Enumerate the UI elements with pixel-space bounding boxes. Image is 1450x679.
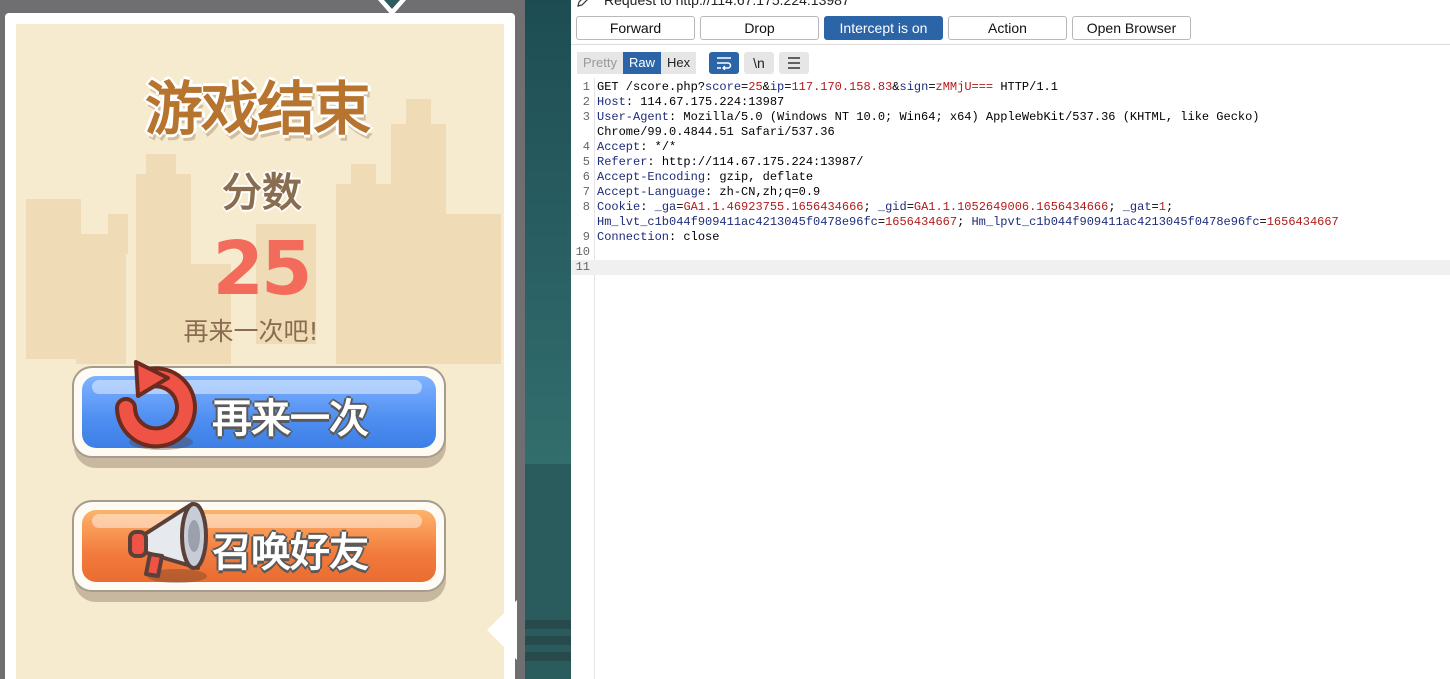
line-text: Cookie: _ga=GA1.1.46923755.1656434666; _… bbox=[597, 200, 1174, 214]
word-wrap-icon bbox=[717, 57, 732, 71]
game-background bbox=[519, 0, 571, 679]
line-number: 1 bbox=[582, 80, 590, 94]
line-text: Accept: */* bbox=[597, 140, 677, 154]
request-line: 10 bbox=[571, 245, 1450, 260]
line-text: Host: 114.67.175.224:13987 bbox=[597, 95, 785, 109]
request-line: 2 Host: 114.67.175.224:13987 bbox=[571, 95, 1450, 110]
forward-button[interactable]: Forward bbox=[576, 16, 695, 40]
request-url: Request to http://114.67.175.224:13987 bbox=[604, 0, 850, 8]
drop-button[interactable]: Drop bbox=[700, 16, 819, 40]
intercept-toggle-button[interactable]: Intercept is on bbox=[824, 16, 943, 40]
line-text: Hm_lvt_c1b044f909411ac4213045f0478e96fc=… bbox=[597, 215, 1339, 229]
request-line: Hm_lvt_c1b044f909411ac4213045f0478e96fc=… bbox=[571, 215, 1450, 230]
request-line: 4 Accept: */* bbox=[571, 140, 1450, 155]
line-number: 9 bbox=[582, 230, 590, 244]
request-line: 1 GET /score.php?score=25&ip=117.170.158.… bbox=[571, 80, 1450, 95]
request-line: 9 Connection: close bbox=[571, 230, 1450, 245]
open-browser-button[interactable]: Open Browser bbox=[1072, 16, 1191, 40]
line-number: 7 bbox=[582, 185, 590, 199]
score-value: 25 bbox=[212, 226, 313, 312]
retry-message: 再来一次吧! bbox=[183, 317, 319, 346]
request-line: 6 Accept-Encoding: gzip, deflate bbox=[571, 170, 1450, 185]
line-text: Accept-Language: zh-CN,zh;q=0.9 bbox=[597, 185, 821, 199]
line-text: GET /score.php?score=25&ip=117.170.158.8… bbox=[597, 80, 1058, 94]
line-text: Accept-Encoding: gzip, deflate bbox=[597, 170, 814, 184]
line-text: User-Agent: Mozilla/5.0 (Windows NT 10.0… bbox=[597, 110, 1260, 124]
line-text: Connection: close bbox=[597, 230, 720, 244]
request-line: 7 Accept-Language: zh-CN,zh;q=0.9 bbox=[571, 185, 1450, 200]
tab-pretty[interactable]: Pretty bbox=[577, 52, 623, 74]
request-line: 5 Referer: http://114.67.175.224:13987/ bbox=[571, 155, 1450, 170]
line-number: 2 bbox=[582, 95, 590, 109]
raw-request-editor[interactable]: 1 GET /score.php?score=25&ip=117.170.158.… bbox=[571, 78, 1450, 679]
invite-button-label: 召唤好友 bbox=[212, 530, 369, 576]
line-text: Referer: http://114.67.175.224:13987/ bbox=[597, 155, 864, 169]
word-wrap-toggle[interactable] bbox=[709, 52, 739, 74]
line-text: Chrome/99.0.4844.51 Safari/537.36 bbox=[597, 125, 835, 139]
request-line: 8 Cookie: _ga=GA1.1.46923755.1656434666; … bbox=[571, 200, 1450, 215]
tab-hex[interactable]: Hex bbox=[660, 52, 697, 74]
line-number: 3 bbox=[582, 110, 590, 124]
line-number: 4 bbox=[582, 140, 590, 154]
tab-raw[interactable]: Raw bbox=[622, 52, 661, 74]
retry-button[interactable]: 再来一次 bbox=[72, 360, 446, 468]
score-label: 分数 bbox=[222, 170, 302, 216]
line-number: 8 bbox=[582, 200, 590, 214]
pencil-icon bbox=[577, 0, 589, 8]
request-line: 11 bbox=[571, 260, 1450, 275]
game-over-title: 游戏结束 bbox=[145, 75, 371, 143]
view-tabs: Pretty Raw Hex bbox=[577, 52, 697, 74]
retry-button-label: 再来一次 bbox=[212, 396, 369, 442]
line-number: 6 bbox=[582, 170, 590, 184]
newline-toggle[interactable]: \n bbox=[744, 52, 774, 74]
frame-notch-right bbox=[487, 600, 517, 660]
line-number: 11 bbox=[575, 260, 590, 274]
decorative-stripes bbox=[520, 620, 571, 679]
game-over-screen: 游戏结束 分数 25 再来一次吧! 再来一次 召唤好友 bbox=[0, 0, 571, 679]
message-editor-toolbar: Pretty Raw Hex \n bbox=[571, 44, 1450, 77]
proxy-intercept-panel: Request to http://114.67.175.224:13987 F… bbox=[571, 0, 1450, 679]
request-line: 3 User-Agent: Mozilla/5.0 (Windows NT 10.… bbox=[571, 110, 1450, 125]
line-number: 5 bbox=[582, 155, 590, 169]
line-number: 10 bbox=[575, 245, 590, 259]
editor-menu-button[interactable] bbox=[779, 52, 809, 74]
invite-friends-button[interactable]: 召唤好友 bbox=[72, 500, 446, 602]
action-button[interactable]: Action bbox=[948, 16, 1067, 40]
request-title-bar: Request to http://114.67.175.224:13987 bbox=[576, 0, 850, 8]
megaphone-icon bbox=[128, 502, 208, 583]
hamburger-menu-icon bbox=[788, 57, 800, 69]
retry-arrow-icon bbox=[115, 360, 197, 450]
request-line: Chrome/99.0.4844.51 Safari/537.36 bbox=[571, 125, 1450, 140]
